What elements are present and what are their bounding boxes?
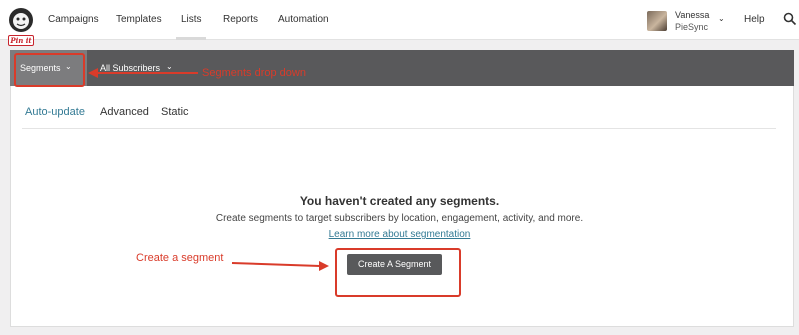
chevron-down-icon[interactable]: ⌄ xyxy=(166,62,173,71)
tab-advanced[interactable]: Advanced xyxy=(100,106,149,118)
search-icon[interactable] xyxy=(783,12,797,26)
tab-auto-update[interactable]: Auto-update xyxy=(25,106,85,118)
user-name[interactable]: Vanessa xyxy=(675,10,709,20)
avatar[interactable] xyxy=(647,11,667,31)
all-subscribers-dropdown[interactable]: All Subscribers xyxy=(100,63,160,73)
annotation-label-create: Create a segment xyxy=(136,252,224,264)
empty-state-description: Create segments to target subscribers by… xyxy=(215,213,584,224)
tab-divider xyxy=(22,128,776,129)
empty-state-title: You haven't created any segments. xyxy=(299,194,500,208)
user-org: PieSync xyxy=(675,22,709,32)
pinit-button[interactable]: Pin it xyxy=(8,35,34,46)
nav-campaigns[interactable]: Campaigns xyxy=(48,14,99,25)
nav-automation[interactable]: Automation xyxy=(278,14,329,25)
nav-active-indicator xyxy=(176,37,206,40)
annotation-box-segments xyxy=(14,53,85,87)
annotation-label-segments: Segments drop down xyxy=(202,67,306,79)
mailchimp-logo-icon[interactable] xyxy=(7,6,35,34)
help-link[interactable]: Help xyxy=(744,14,765,25)
nav-reports[interactable]: Reports xyxy=(223,14,258,25)
learn-more-link-wrapper: Learn more about segmentation xyxy=(0,229,799,240)
tab-static[interactable]: Static xyxy=(161,106,189,118)
chevron-down-icon[interactable]: ⌄ xyxy=(718,14,725,23)
annotation-box-create xyxy=(335,248,461,297)
nav-templates[interactable]: Templates xyxy=(116,14,162,25)
learn-more-link[interactable]: Learn more about segmentation xyxy=(329,229,471,240)
nav-lists[interactable]: Lists xyxy=(181,14,202,25)
